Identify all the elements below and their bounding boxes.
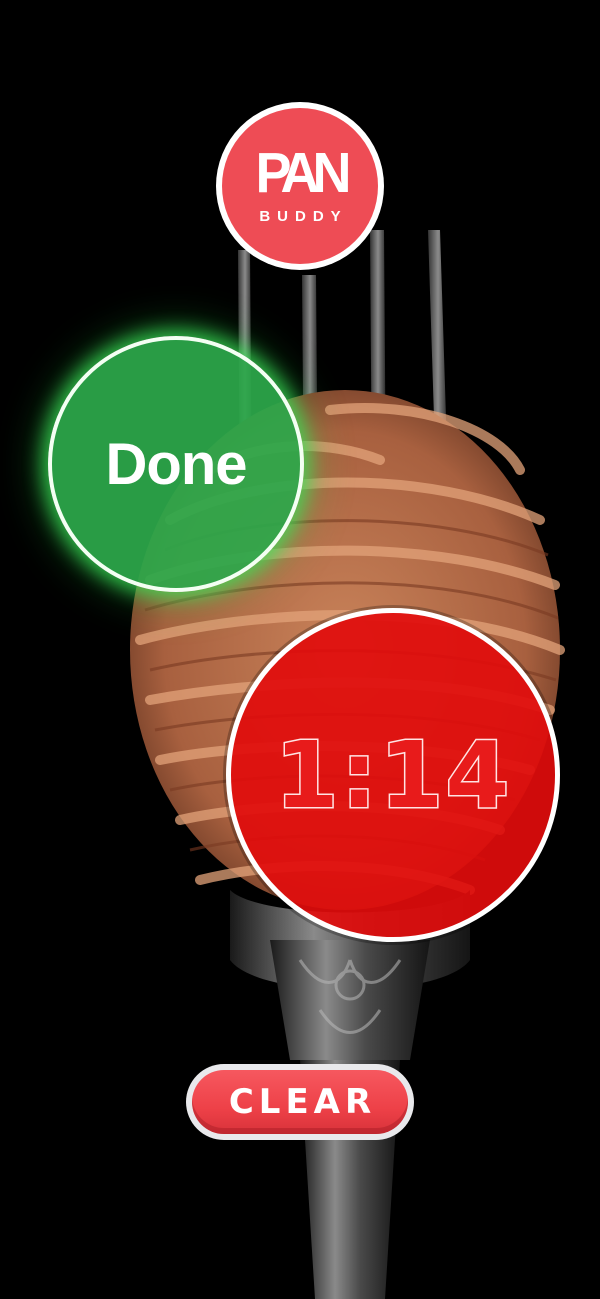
- logo-badge: PAN BUDDY: [222, 108, 378, 264]
- done-button[interactable]: Done: [48, 336, 304, 592]
- timer-display: 1:14: [273, 720, 512, 830]
- timer-button[interactable]: 1:14: [226, 608, 560, 942]
- logo-word: PAN: [255, 141, 351, 205]
- clear-button-label: CLEAR: [228, 1082, 377, 1122]
- pan-buddy-logo: PAN BUDDY: [216, 102, 384, 270]
- clear-button-face: CLEAR: [192, 1070, 408, 1134]
- logo-subword: BUDDY: [259, 208, 348, 225]
- clear-button[interactable]: CLEAR: [186, 1064, 414, 1140]
- done-button-label: Done: [105, 431, 248, 497]
